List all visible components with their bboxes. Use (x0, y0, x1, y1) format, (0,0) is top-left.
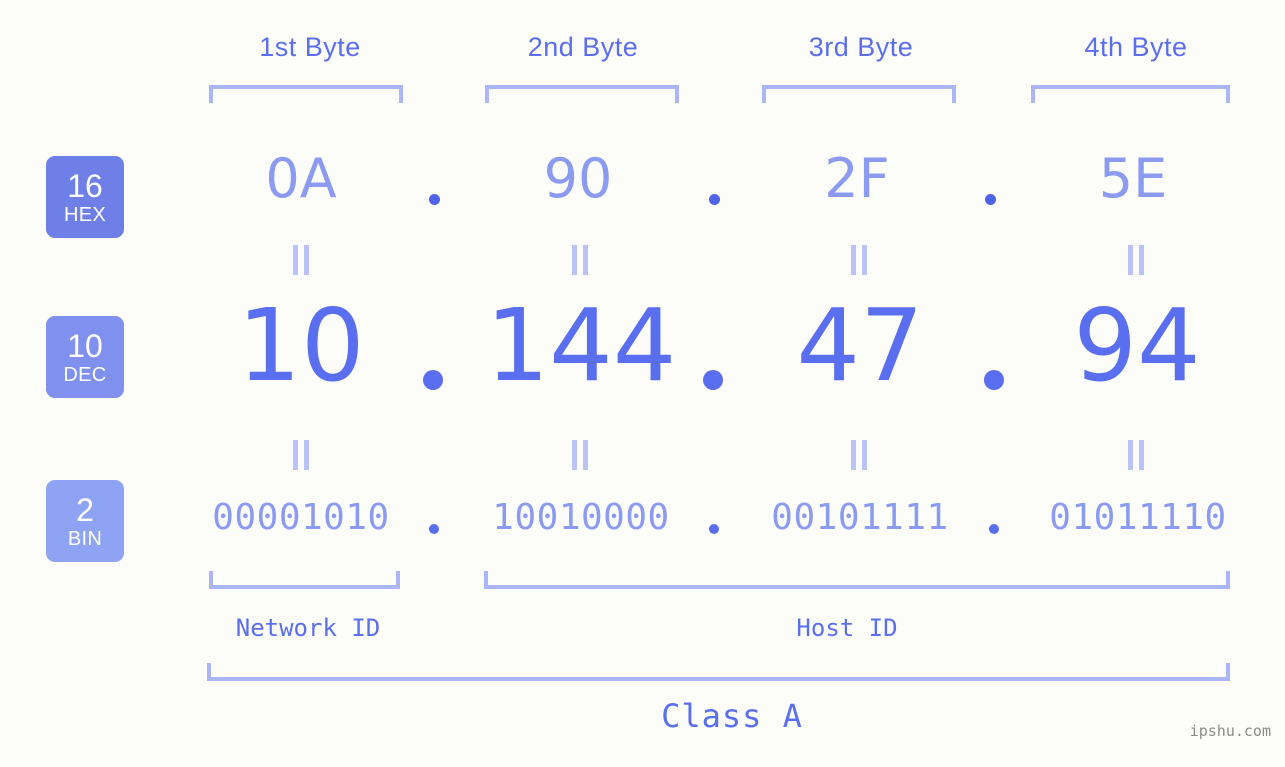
equality-mark-hex-dec-2 (571, 245, 589, 275)
byte-header-4: 4th Byte (1084, 32, 1188, 62)
class-label: Class A (661, 697, 803, 735)
base-badge-hex-number: 16 (67, 167, 103, 204)
dec-byte-4: 94 (1073, 287, 1201, 404)
base-badge-dec: 10 DEC (46, 316, 124, 398)
byte-bracket-1 (209, 85, 403, 103)
host-id-label: Host ID (796, 614, 898, 642)
network-id-bracket (209, 571, 400, 589)
byte-header-2: 2nd Byte (527, 32, 639, 62)
byte-header-1: 1st Byte (259, 32, 361, 62)
hex-separator-dot-1 (429, 194, 440, 205)
equality-mark-hex-dec-3 (850, 245, 868, 275)
dec-separator-dot-2 (703, 370, 723, 390)
byte-header-3: 3rd Byte (808, 32, 914, 62)
bin-separator-dot-3 (989, 524, 999, 534)
dec-separator-dot-3 (984, 370, 1004, 390)
byte-bracket-2 (485, 85, 679, 103)
bin-separator-dot-2 (709, 524, 719, 534)
hex-byte-2: 90 (543, 147, 613, 210)
bin-byte-3: 00101111 (771, 497, 949, 538)
dec-byte-2: 144 (485, 287, 677, 404)
byte-bracket-4 (1031, 85, 1230, 103)
host-id-bracket (484, 571, 1230, 589)
bin-byte-1: 00001010 (212, 497, 390, 538)
base-badge-bin-name: BIN (67, 527, 103, 550)
base-badge-hex: 16 HEX (46, 156, 124, 238)
hex-byte-4: 5E (1098, 147, 1168, 210)
byte-bracket-3 (762, 85, 956, 103)
base-badge-hex-name: HEX (63, 203, 107, 226)
equality-mark-dec-bin-3 (850, 440, 868, 470)
base-badge-dec-name: DEC (63, 363, 107, 386)
base-badge-bin: 2 BIN (46, 480, 124, 562)
hex-separator-dot-2 (709, 194, 720, 205)
dec-byte-1: 10 (237, 287, 365, 404)
hex-byte-3: 2F (824, 147, 890, 210)
bin-byte-2: 10010000 (492, 497, 670, 538)
hex-separator-dot-3 (985, 194, 996, 205)
dec-separator-dot-1 (423, 370, 443, 390)
network-id-label: Network ID (235, 614, 381, 642)
equality-mark-dec-bin-1 (292, 440, 310, 470)
bin-byte-4: 01011110 (1049, 497, 1227, 538)
class-bracket (207, 663, 1230, 681)
equality-mark-dec-bin-4 (1127, 440, 1145, 470)
ip-breakdown-diagram: 1st Byte 2nd Byte 3rd Byte 4th Byte 16 H… (0, 0, 1285, 767)
equality-mark-hex-dec-4 (1127, 245, 1145, 275)
bin-separator-dot-1 (429, 524, 439, 534)
watermark: ipshu.com (1189, 722, 1271, 740)
base-badge-bin-number: 2 (76, 491, 94, 528)
base-badge-dec-number: 10 (67, 327, 103, 364)
equality-mark-dec-bin-2 (571, 440, 589, 470)
equality-mark-hex-dec-1 (292, 245, 310, 275)
dec-byte-3: 47 (796, 287, 924, 404)
hex-byte-1: 0A (265, 147, 337, 210)
